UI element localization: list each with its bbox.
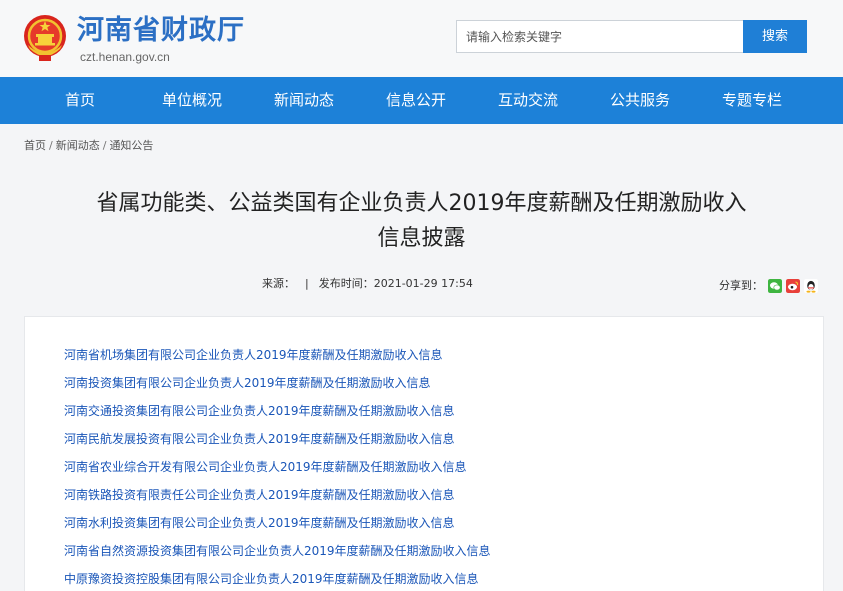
list-item[interactable]: 河南铁路投资有限责任公司企业负责人2019年度薪酬及任期激励收入信息 (64, 487, 455, 503)
wechat-icon[interactable] (768, 279, 782, 293)
list-item[interactable]: 中原豫资投资控股集团有限公司企业负责人2019年度薪酬及任期激励收入信息 (64, 571, 479, 587)
breadcrumb: 首页 / 新闻动态 / 通知公告 (24, 139, 153, 153)
list-item[interactable]: 河南省自然资源投资集团有限公司企业负责人2019年度薪酬及任期激励收入信息 (64, 543, 491, 559)
list-item[interactable]: 河南民航发展投资有限公司企业负责人2019年度薪酬及任期激励收入信息 (64, 431, 455, 447)
search-box (456, 20, 744, 53)
breadcrumb-news[interactable]: 新闻动态 (56, 139, 100, 152)
breadcrumb-separator: / (102, 139, 107, 152)
nav-item-news[interactable]: 新闻动态 (264, 77, 344, 124)
qq-icon[interactable] (804, 279, 818, 293)
list-item[interactable]: 河南省机场集团有限公司企业负责人2019年度薪酬及任期激励收入信息 (64, 347, 443, 363)
breadcrumb-separator: / (49, 139, 53, 152)
nav-item-interaction[interactable]: 互动交流 (488, 77, 568, 124)
breadcrumb-home[interactable]: 首页 (24, 139, 46, 152)
source-label: 来源： (262, 277, 295, 290)
article-title-line1: 省属功能类、公益类国有企业负责人2019年度薪酬及任期激励收入 (96, 191, 747, 216)
share-label: 分享到： (719, 279, 763, 292)
publish-time: 发布时间：2021-01-29 17:54 (318, 277, 473, 290)
national-emblem-icon[interactable] (22, 13, 68, 63)
list-item[interactable]: 河南水利投资集团有限公司企业负责人2019年度薪酬及任期激励收入信息 (64, 515, 455, 531)
nav-item-home[interactable]: 首页 (44, 77, 116, 124)
article-content: 河南省机场集团有限公司企业负责人2019年度薪酬及任期激励收入信息 河南投资集团… (24, 316, 824, 591)
list-item[interactable]: 河南交通投资集团有限公司企业负责人2019年度薪酬及任期激励收入信息 (64, 403, 455, 419)
search-button[interactable]: 搜索 (743, 20, 807, 53)
site-domain: czt.henan.gov.cn (80, 50, 170, 64)
list-item[interactable]: 河南省农业综合开发有限公司企业负责人2019年度薪酬及任期激励收入信息 (64, 459, 467, 475)
meta-divider: | (305, 277, 309, 290)
weibo-icon[interactable] (786, 279, 800, 293)
search-input[interactable] (457, 21, 743, 52)
nav-item-info-disclosure[interactable]: 信息公开 (376, 77, 456, 124)
nav-item-public-service[interactable]: 公共服务 (600, 77, 680, 124)
site-title[interactable]: 河南省财政厅 (77, 14, 245, 48)
article-title-line2: 信息披露 (377, 226, 466, 251)
site-header: 河南省财政厅 czt.henan.gov.cn 搜索 (0, 0, 843, 77)
breadcrumb-notices[interactable]: 通知公告 (109, 139, 153, 152)
article-title: 省属功能类、公益类国有企业负责人2019年度薪酬及任期激励收入 信息披露 (0, 186, 843, 256)
article-meta: 来源： | 发布时间：2021-01-29 17:54 (262, 277, 473, 291)
main-nav: 首页 单位概况 新闻动态 信息公开 互动交流 公共服务 专题专栏 (0, 77, 843, 124)
nav-item-special-topics[interactable]: 专题专栏 (712, 77, 792, 124)
nav-item-unit-overview[interactable]: 单位概况 (152, 77, 232, 124)
list-item[interactable]: 河南投资集团有限公司企业负责人2019年度薪酬及任期激励收入信息 (64, 375, 431, 391)
